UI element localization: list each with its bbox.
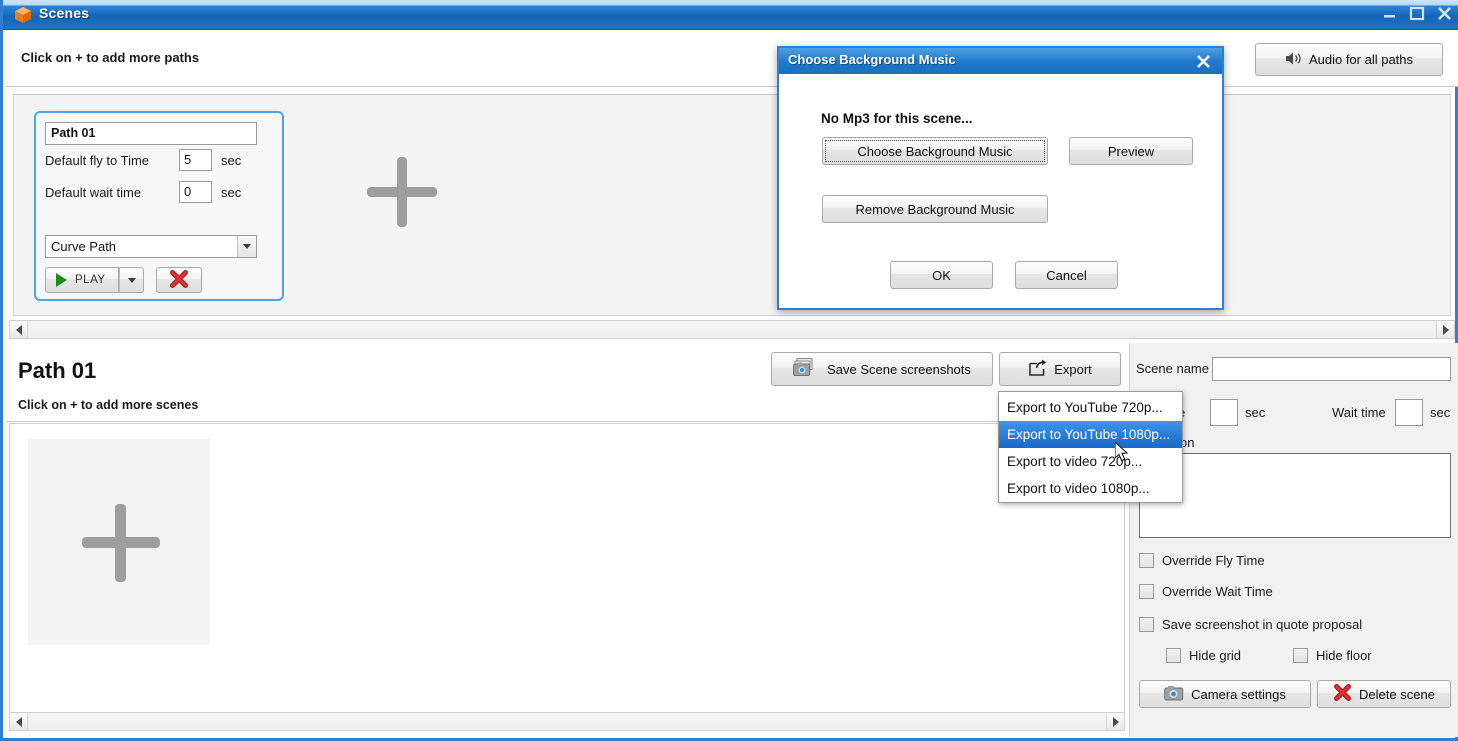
default-wait-time-label: Default wait time [45,185,142,200]
delete-scene-label: Delete scene [1359,686,1435,702]
choose-background-music-button[interactable]: Choose Background Music [822,137,1048,165]
export-label: Export [1054,361,1092,377]
override-wait-time-label: Override Wait Time [1162,584,1273,599]
add-scene-tile[interactable] [28,439,210,645]
paths-hint: Click on + to add more paths [21,50,200,65]
scene-fly-time-input[interactable] [1210,399,1238,426]
play-triangle-icon [56,273,67,287]
chevron-down-icon [127,277,136,283]
dialog-message: No Mp3 for this scene... [821,111,973,126]
wait-time-unit-label: sec [221,185,242,200]
close-icon[interactable] [1435,4,1453,22]
save-screenshot-quote-checkbox[interactable]: Save screenshot in quote proposal [1139,617,1362,632]
menu-item-export-video-1080p[interactable]: Export to video 1080p... [999,475,1182,502]
paths-toolbar: Click on + to add more paths Audio for a… [6,30,1458,87]
audio-for-all-paths-button[interactable]: Audio for all paths [1255,43,1443,76]
path-name-input[interactable]: Path 01 [45,122,257,145]
ok-button[interactable]: OK [890,261,993,289]
scenes-strip [9,423,1125,715]
play-options-button[interactable] [119,267,144,293]
hide-floor-checkbox[interactable]: Hide floor [1293,648,1372,663]
menu-item-export-youtube-1080p[interactable]: Export to YouTube 1080p... [999,421,1182,448]
window-title: Scenes [39,5,90,21]
play-label: PLAY [75,274,106,286]
checkbox-icon [1139,553,1154,568]
path-type-value: Curve Path [51,239,117,254]
override-wait-time-checkbox[interactable]: Override Wait Time [1139,584,1273,599]
cancel-button[interactable]: Cancel [1015,261,1118,289]
export-arrow-icon [1028,359,1047,380]
preview-button[interactable]: Preview [1069,137,1193,165]
speaker-icon [1285,51,1302,69]
override-fly-time-checkbox[interactable]: Override Fly Time [1139,553,1265,568]
choose-background-music-dialog: Choose Background Music No Mp3 for this … [777,46,1224,310]
red-x-icon [1333,684,1352,704]
window-frame: Scenes Click on + to add more paths Audi… [0,0,1458,741]
audio-for-all-paths-label: Audio for all paths [1308,52,1414,67]
override-fly-time-label: Override Fly Time [1162,553,1265,568]
window-controls [1381,4,1453,22]
checkbox-icon [1166,648,1181,663]
paths-hscrollbar[interactable] [9,320,1455,339]
remove-background-music-button[interactable]: Remove Background Music [822,195,1048,223]
export-menu[interactable]: Export to YouTube 720p... Export to YouT… [998,391,1183,503]
camera-settings-button[interactable]: Camera settings [1139,680,1311,708]
triangle-left-icon[interactable] [10,713,28,730]
export-button[interactable]: Export [999,352,1121,386]
wait-time-label: Wait time [1332,405,1386,420]
triangle-left-icon[interactable] [10,321,28,338]
camera-settings-label: Camera settings [1191,686,1286,702]
scenes-window: Scenes Click on + to add more paths Audi… [0,0,1458,741]
red-x-icon [169,269,189,291]
dialog-title-bar: Choose Background Music [779,48,1222,74]
delete-scene-button[interactable]: Delete scene [1317,680,1451,708]
default-wait-time-input[interactable]: 0 [179,181,212,203]
triangle-right-icon[interactable] [1106,713,1124,730]
page-title: Path 01 [18,358,97,383]
play-path-button[interactable]: PLAY [45,267,119,293]
wait-time-unit-label: sec [1430,405,1451,420]
path-card[interactable]: Path 01 Default fly to Time 5 sec Defaul… [34,111,284,301]
delete-path-button[interactable] [156,267,202,293]
hide-grid-label: Hide grid [1189,648,1242,663]
checkbox-icon [1293,648,1308,663]
mouse-pointer-icon [1114,440,1131,469]
fly-time-unit-label: sec [221,153,242,168]
scenes-hscrollbar[interactable] [9,712,1125,731]
scenes-hint: Click on + to add more scenes [18,398,199,412]
hide-floor-label: Hide floor [1316,648,1372,663]
add-path-tile[interactable] [312,95,492,288]
paths-strip: Path 01 Default fly to Time 5 sec Defaul… [13,94,1451,316]
cameras-stack-icon [793,357,820,382]
menu-item-export-youtube-720p[interactable]: Export to YouTube 720p... [999,394,1182,421]
save-scene-screenshots-button[interactable]: Save Scene screenshots [771,352,993,386]
checkbox-icon [1139,617,1154,632]
camera-icon [1164,685,1184,704]
triangle-right-icon[interactable] [1436,321,1454,338]
default-fly-time-label: Default fly to Time [45,153,150,168]
scene-name-label: Scene name [1136,361,1209,376]
scene-wait-time-input[interactable] [1395,399,1423,426]
minimize-icon[interactable] [1381,4,1399,22]
save-scene-screenshots-label: Save Scene screenshots [827,361,971,377]
menu-item-export-video-720p[interactable]: Export to video 720p... [999,448,1182,475]
default-fly-time-input[interactable]: 5 [179,149,212,171]
close-icon[interactable] [1194,51,1214,71]
cube-icon [13,5,33,25]
save-screenshot-quote-label: Save screenshot in quote proposal [1162,617,1363,632]
title-bar: Scenes [3,0,1458,30]
maximize-icon[interactable] [1408,4,1426,22]
dialog-title: Choose Background Music [788,52,956,67]
path-type-select[interactable]: Curve Path [45,235,257,258]
checkbox-icon [1139,584,1154,599]
scene-description-textarea[interactable] [1139,453,1451,538]
hide-grid-checkbox[interactable]: Hide grid [1166,648,1241,663]
chevron-down-icon [237,236,256,257]
scene-name-input[interactable] [1212,357,1451,381]
fly-time-unit-label: sec [1245,405,1266,420]
